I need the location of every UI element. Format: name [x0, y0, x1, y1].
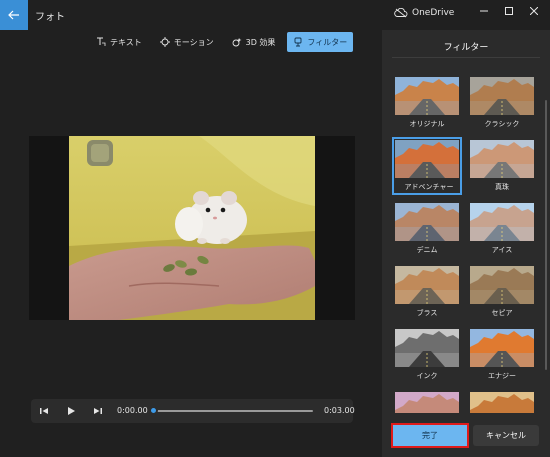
filter-label: オリジナル — [409, 120, 445, 128]
filter-tile-2[interactable]: アドベンチャー — [392, 137, 462, 195]
app-title: フォト — [35, 12, 65, 23]
filter-label: セピア — [491, 309, 513, 317]
filter-label: アイス — [491, 246, 513, 254]
filter-label: エナジー — [488, 372, 516, 380]
play-button[interactable] — [64, 404, 78, 418]
filter-thumbnail — [470, 77, 534, 115]
filter-thumbnail — [395, 203, 459, 241]
filter-tool-label: フィルター — [307, 37, 348, 47]
filter-icon — [294, 37, 302, 47]
filter-thumbnail — [395, 140, 459, 178]
step-forward-button[interactable] — [91, 404, 105, 418]
step-forward-icon — [94, 408, 102, 414]
filter-label: 真珠 — [495, 183, 509, 191]
filter-thumbnail — [470, 140, 534, 178]
filter-thumbnail — [395, 392, 459, 413]
cancel-button[interactable]: キャンセル — [473, 425, 539, 446]
filter-tile-0[interactable]: オリジナル — [392, 74, 462, 132]
filter-panel: フィルター オリジナル クラシックアドベンチャー 真珠デニム アイスブラス セピアインク… — [382, 30, 550, 457]
filter-thumbnail — [395, 329, 459, 367]
filter-label: ブラス — [416, 309, 438, 317]
maximize-button[interactable] — [499, 4, 519, 18]
maximize-icon — [505, 7, 513, 15]
playback-controls: 0:00.00 0:03.00 — [31, 399, 355, 423]
end-time: 0:03.00 — [324, 406, 355, 415]
3d-effects-tool-button[interactable]: 3D 効果 — [226, 32, 282, 52]
step-back-button[interactable] — [37, 404, 51, 418]
filter-label: クラシック — [484, 120, 520, 128]
close-button[interactable] — [524, 4, 544, 18]
minimize-icon — [480, 10, 488, 12]
filter-tool-button[interactable]: フィルター — [287, 32, 354, 52]
3d-effects-tool-label: 3D 効果 — [245, 37, 276, 47]
filter-tile-10[interactable] — [392, 389, 462, 413]
cloud-off-icon — [394, 8, 408, 18]
seek-track[interactable] — [153, 410, 313, 412]
filter-label: デニム — [416, 246, 438, 254]
motion-tool-button[interactable]: モーション — [154, 32, 220, 52]
filter-thumbnail — [470, 329, 534, 367]
filter-thumbnail — [470, 266, 534, 304]
video-preview — [29, 136, 355, 320]
filter-tile-1[interactable]: クラシック — [467, 74, 537, 132]
panel-divider — [392, 57, 540, 58]
filter-tile-4[interactable]: デニム — [392, 200, 462, 258]
motion-tool-label: モーション — [173, 37, 214, 47]
current-time: 0:00.00 — [117, 406, 148, 415]
filter-tile-8[interactable]: インク — [392, 326, 462, 384]
filter-tile-11[interactable] — [467, 389, 537, 413]
done-button[interactable]: 完了 — [391, 423, 469, 448]
text-tool-label: テキスト — [110, 37, 142, 47]
filter-tile-3[interactable]: 真珠 — [467, 137, 537, 195]
seek-handle[interactable] — [149, 406, 158, 415]
filter-tile-6[interactable]: ブラス — [392, 263, 462, 321]
text-icon — [97, 37, 106, 46]
minimize-button[interactable] — [474, 4, 494, 18]
filter-tile-9[interactable]: エナジー — [467, 326, 537, 384]
filter-thumbnail — [470, 203, 534, 241]
text-tool-button[interactable]: テキスト — [90, 32, 148, 52]
close-icon — [530, 7, 538, 15]
3d-effects-icon — [232, 38, 242, 47]
filter-thumbnail — [395, 266, 459, 304]
step-back-icon — [40, 408, 48, 414]
motion-icon — [159, 37, 170, 47]
filter-tile-5[interactable]: アイス — [467, 200, 537, 258]
onedrive-status[interactable]: OneDrive — [394, 8, 454, 18]
hamster-photo — [69, 136, 315, 320]
panel-scrollbar[interactable] — [545, 100, 547, 370]
back-arrow-icon — [8, 10, 19, 20]
filter-thumbnail — [470, 392, 534, 413]
edit-toolbar: テキスト モーション 3D 効果 フィルター — [90, 32, 354, 52]
filter-tile-7[interactable]: セピア — [467, 263, 537, 321]
filter-thumbnail — [395, 77, 459, 115]
back-button[interactable] — [0, 0, 28, 30]
play-icon — [68, 407, 75, 415]
done-label: 完了 — [422, 431, 438, 440]
title-bar: フォト OneDrive — [0, 0, 550, 30]
filter-label: インク — [416, 372, 438, 380]
panel-title: フィルター — [443, 43, 489, 53]
onedrive-label: OneDrive — [412, 8, 455, 18]
cancel-label: キャンセル — [486, 431, 526, 440]
filter-label: アドベンチャー — [404, 183, 454, 191]
